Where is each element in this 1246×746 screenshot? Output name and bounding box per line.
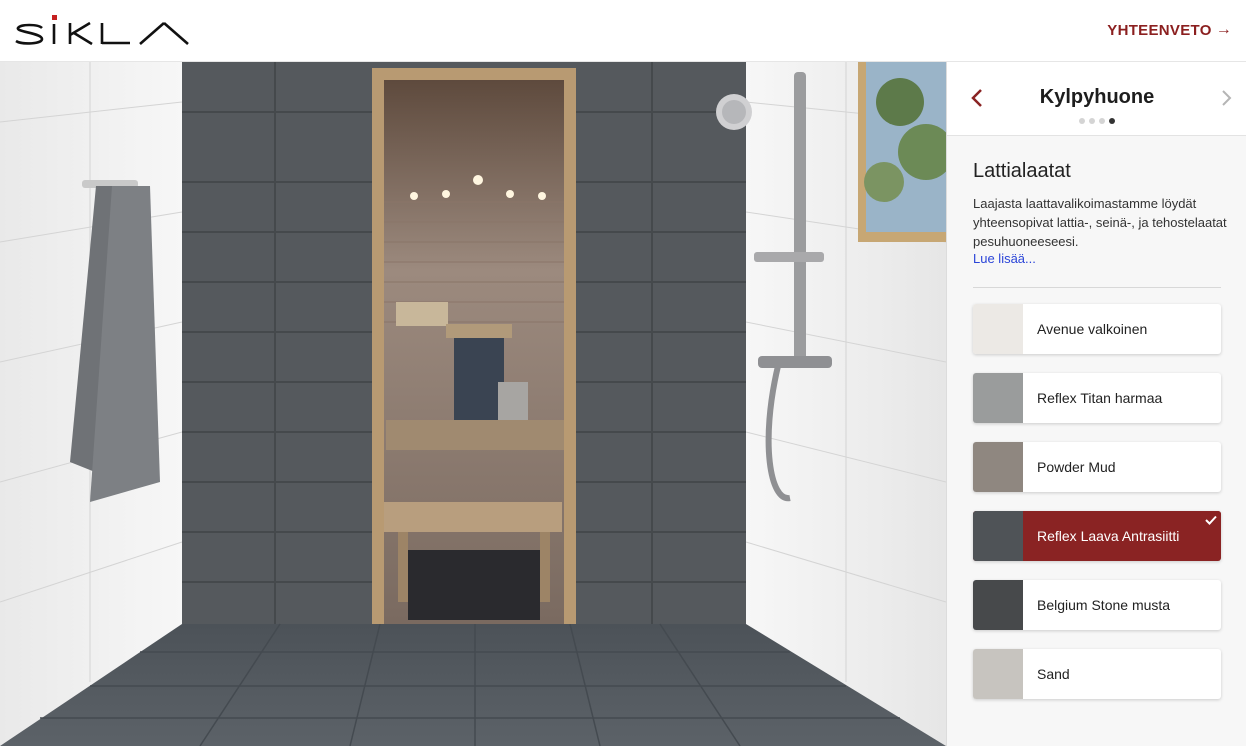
tile-option[interactable]: Sand xyxy=(973,649,1221,699)
read-more-link[interactable]: Lue lisää... xyxy=(973,251,1036,266)
tile-swatch xyxy=(973,442,1023,492)
configurator-panel: Kylpyhuone Lattialaatat Laajasta laattav… xyxy=(946,62,1246,746)
panel-title: Kylpyhuone xyxy=(1039,86,1155,108)
chevron-right-icon[interactable] xyxy=(1219,88,1233,108)
summary-link[interactable]: YHTEENVETO → xyxy=(1107,21,1232,39)
arrow-right-icon: → xyxy=(1215,21,1232,38)
panel-header: Kylpyhuone xyxy=(947,62,1246,136)
section-description: Laajasta laattavalikoimastamme löydät yh… xyxy=(973,196,1227,249)
tile-option[interactable]: Belgium Stone musta xyxy=(973,580,1221,630)
summary-label: YHTEENVETO xyxy=(1107,21,1212,39)
tile-option-label: Sand xyxy=(1037,666,1070,682)
tile-option-label: Powder Mud xyxy=(1037,459,1116,475)
tile-swatch xyxy=(973,580,1023,630)
tile-option[interactable]: Reflex Laava Antrasiitti xyxy=(973,511,1221,561)
step-dot[interactable] xyxy=(1089,118,1095,124)
step-dot[interactable] xyxy=(1079,118,1085,124)
tile-option[interactable]: Reflex Titan harmaa xyxy=(973,373,1221,423)
tile-option[interactable]: Powder Mud xyxy=(973,442,1221,492)
sikla-logo[interactable] xyxy=(14,14,190,48)
bathroom-preview xyxy=(0,62,946,746)
divider xyxy=(973,287,1221,288)
app-header: YHTEENVETO → xyxy=(0,0,1246,62)
tile-option-label: Avenue valkoinen xyxy=(1037,321,1148,337)
step-dot[interactable] xyxy=(1099,118,1105,124)
tile-option[interactable]: Avenue valkoinen xyxy=(973,304,1221,354)
tile-swatch xyxy=(973,649,1023,699)
checkmark-icon xyxy=(1201,511,1221,529)
tile-option-label: Belgium Stone musta xyxy=(1037,597,1171,613)
step-indicator xyxy=(947,118,1246,124)
tile-swatch xyxy=(973,304,1023,354)
tile-option-label: Reflex Laava Antrasiitti xyxy=(1037,528,1180,544)
bathroom-render xyxy=(0,62,946,746)
tile-option-label: Reflex Titan harmaa xyxy=(1037,390,1163,406)
tile-option-list: Avenue valkoinen Reflex Titan harmaa Pow… xyxy=(973,304,1221,718)
tile-swatch xyxy=(973,373,1023,423)
step-dot-active[interactable] xyxy=(1109,118,1115,124)
section-title: Lattialaatat xyxy=(973,160,1071,182)
tile-swatch xyxy=(973,511,1023,561)
